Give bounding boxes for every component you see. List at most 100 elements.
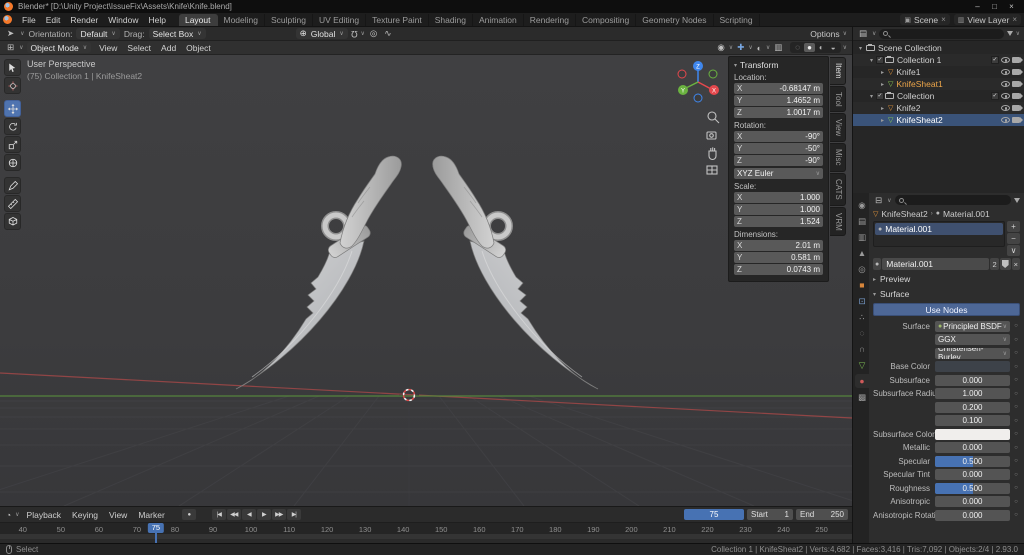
workspace-tab-rendering[interactable]: Rendering: [524, 14, 576, 26]
editor-type-icon[interactable]: ⊞: [5, 42, 16, 53]
caret-down-icon[interactable]: ▾: [867, 93, 876, 100]
proportional-editing-icon[interactable]: ◎: [368, 28, 379, 39]
active-tool-icon[interactable]: ➤: [5, 28, 16, 39]
fake-user-shield-button[interactable]: [1000, 258, 1011, 270]
move-view-icon[interactable]: [709, 147, 716, 159]
slot-specials-button[interactable]: ∨: [1007, 245, 1020, 256]
sidebar-tab-cats[interactable]: CATS: [830, 173, 846, 206]
rotation-mode-dropdown[interactable]: XYZ Euler∨: [734, 168, 823, 179]
users-count-button[interactable]: 2: [990, 258, 998, 270]
timeline-menu-playback[interactable]: Playback: [22, 510, 67, 520]
chevron-down-icon[interactable]: ∨: [729, 44, 733, 51]
value-field-value[interactable]: 0.200: [935, 402, 1010, 413]
xray-toggle-icon[interactable]: ▥: [772, 42, 784, 53]
auto-keyframe-button[interactable]: ●: [182, 509, 196, 520]
caret-right-icon[interactable]: ▸: [878, 105, 887, 112]
frame-end-field[interactable]: End 250: [796, 509, 848, 520]
disable-in-renders-icon[interactable]: [1012, 57, 1020, 63]
filter-icon[interactable]: [1007, 31, 1013, 36]
navigation-gizmo[interactable]: Z X Y: [678, 61, 719, 102]
play-reverse-button[interactable]: ◀: [242, 509, 256, 520]
playhead-frame-chip[interactable]: 75: [148, 523, 164, 533]
workspace-tab-scripting[interactable]: Scripting: [714, 14, 760, 26]
shading-wireframe-icon[interactable]: ◌: [792, 43, 803, 52]
chevron-down-icon[interactable]: ∨: [1016, 30, 1020, 37]
editor-type-icon[interactable]: ▤: [857, 28, 869, 39]
properties-tab-physics[interactable]: ◌: [855, 326, 869, 340]
select-box-tool-button[interactable]: [4, 59, 21, 76]
camera-view-icon[interactable]: [707, 132, 716, 139]
timeline-menu-view[interactable]: View: [104, 510, 132, 520]
shading-rendered-icon[interactable]: ◒: [828, 43, 839, 52]
outliner-row-collection-1[interactable]: ▾✓Collection 1✓: [853, 54, 1024, 66]
exclude-checkbox[interactable]: ✓: [876, 92, 884, 100]
decorator-dot[interactable]: ○: [1012, 364, 1020, 370]
axis-x-neg-ball[interactable]: [678, 70, 686, 78]
zoom-tool-icon[interactable]: [708, 112, 719, 123]
transform-field-dimensions-x[interactable]: X2.01 m: [734, 240, 823, 251]
workspace-tab-sculpting[interactable]: Sculpting: [265, 14, 313, 26]
caret-down-icon[interactable]: ▾: [856, 45, 865, 52]
menu-render[interactable]: Render: [65, 15, 103, 25]
transform-tool-button[interactable]: [4, 154, 21, 171]
hide-in-viewport-icon[interactable]: [1001, 57, 1010, 63]
axis-z-neg-ball[interactable]: [694, 94, 702, 102]
overlays-toggle-icon[interactable]: ◐: [755, 43, 764, 53]
hide-in-viewport-icon[interactable]: [1001, 93, 1010, 99]
timeline-channels[interactable]: [0, 534, 852, 543]
properties-tab-output[interactable]: ▤: [855, 214, 869, 228]
unlink-material-button[interactable]: ×: [1012, 258, 1020, 270]
add-cube-tool-button[interactable]: [4, 213, 21, 230]
drag-dropdown[interactable]: Select Box ∨: [149, 28, 206, 39]
material-slot[interactable]: ●Material.001: [875, 223, 1003, 235]
mode-dropdown[interactable]: Object Mode ∨: [27, 42, 92, 53]
decorator-dot[interactable]: ○: [1012, 391, 1020, 397]
viewport-menu-select[interactable]: Select: [122, 43, 156, 53]
toggle-perspective-icon[interactable]: [707, 166, 717, 174]
properties-tab-render[interactable]: ◉: [855, 198, 869, 212]
properties-tab-texture[interactable]: ▩: [855, 390, 869, 404]
transform-field-dimensions-y[interactable]: Y0.581 m: [734, 252, 823, 263]
decorator-dot[interactable]: ○: [1012, 418, 1020, 424]
properties-tab-scene[interactable]: ▲: [855, 246, 869, 260]
view-layer-selector[interactable]: ▥ View Layer ×: [954, 14, 1021, 25]
value-field-specular[interactable]: 0.500: [935, 456, 1010, 467]
minimize-button[interactable]: –: [969, 0, 986, 13]
decorator-dot[interactable]: ○: [1012, 458, 1020, 464]
breadcrumb-material[interactable]: Material.001: [943, 209, 990, 219]
timeline-ruler[interactable]: 4050607080901001101201301401501601701801…: [0, 522, 852, 534]
decorator-dot[interactable]: ○: [1012, 350, 1020, 356]
material-name-field[interactable]: Material.001: [882, 258, 989, 270]
transform-panel-header[interactable]: ▾ Transform: [734, 60, 823, 70]
value-field-roughness[interactable]: 0.500: [935, 483, 1010, 494]
frame-start-field[interactable]: Start 1: [747, 509, 793, 520]
scene-unlink-icon[interactable]: ×: [941, 15, 946, 24]
hide-in-viewport-icon[interactable]: [1001, 69, 1010, 75]
value-field-value[interactable]: 0.100: [935, 415, 1010, 426]
workspace-tab-geometry-nodes[interactable]: Geometry Nodes: [636, 14, 713, 26]
transform-field-location-x[interactable]: X-0.68147 m: [734, 83, 823, 94]
cursor-tool-button[interactable]: [4, 77, 21, 94]
transform-field-rotation-z[interactable]: Z-90°: [734, 155, 823, 166]
annotate-tool-button[interactable]: [4, 177, 21, 194]
viewport-menu-add[interactable]: Add: [156, 43, 181, 53]
view-layer-unlink-icon[interactable]: ×: [1012, 15, 1017, 24]
viewport-menu-view[interactable]: View: [94, 43, 122, 53]
decorator-dot[interactable]: ○: [1012, 499, 1020, 505]
properties-tab-world[interactable]: ◎: [855, 262, 869, 276]
knife-model-left[interactable]: [236, 156, 401, 389]
preview-panel-header[interactable]: ▸ Preview: [873, 273, 1020, 285]
transform-field-rotation-y[interactable]: Y-50°: [734, 143, 823, 154]
decorator-dot[interactable]: ○: [1012, 445, 1020, 451]
color-swatch-base-color[interactable]: [935, 361, 1010, 372]
workspace-tab-animation[interactable]: Animation: [473, 14, 524, 26]
maximize-button[interactable]: □: [986, 0, 1003, 13]
color-swatch-subsurface-color[interactable]: [935, 429, 1010, 440]
decorator-dot[interactable]: ○: [1012, 404, 1020, 410]
caret-right-icon[interactable]: ▸: [878, 81, 887, 88]
3d-viewport[interactable]: User Perspective (75) Collection 1 | Kni…: [0, 55, 852, 506]
browse-material-button[interactable]: ●: [873, 258, 881, 270]
rotate-tool-button[interactable]: [4, 118, 21, 135]
timeline-menu-keying[interactable]: Keying: [67, 510, 103, 520]
scale-tool-button[interactable]: [4, 136, 21, 153]
